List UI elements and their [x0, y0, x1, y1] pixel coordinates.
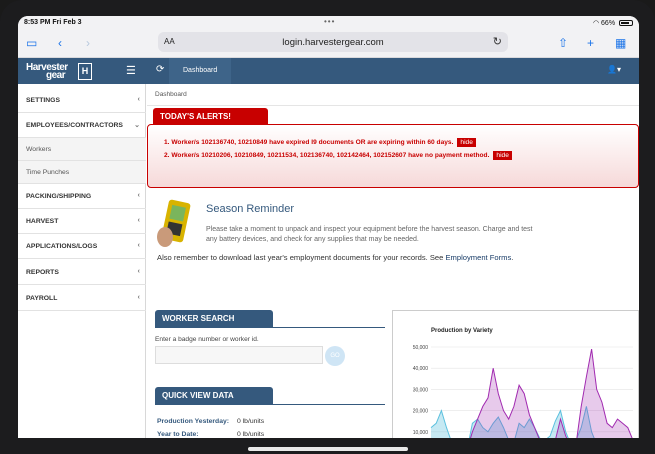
reminder-docs-text: Also remember to download last year's em…: [157, 253, 446, 262]
sidebar-subitem-workers[interactable]: Workers: [18, 138, 146, 161]
handheld-device-icon: [157, 199, 191, 247]
quick-view-title: QUICK VIEW DATA: [155, 387, 273, 404]
tab-dashboard[interactable]: Dashboard: [169, 58, 232, 84]
worker-search-label: Enter a badge number or worker id.: [155, 336, 259, 343]
sidebar: SETTINGS ‹ EMPLOYEES/CONTRACTORS ⌄ Workers…: [18, 84, 146, 454]
quick-view-row: Production Yesterday: 0 lb/units: [157, 418, 264, 425]
alert-item: 2. Worker/s 10210206, 10210849, 10211534…: [164, 151, 512, 160]
breadcrumb[interactable]: Dashboard: [155, 91, 187, 98]
chevron-left-icon: ‹: [137, 96, 140, 103]
worker-search-go-button[interactable]: GO: [325, 346, 345, 366]
screen: 8:53 PM Fri Feb 3 ••• ◠ 66% ▭ ‹ › AA log…: [18, 16, 639, 454]
url-text[interactable]: login.harvestergear.com: [158, 37, 508, 48]
y-tick-label: 40,000: [413, 366, 429, 372]
worker-search-input[interactable]: [155, 346, 323, 364]
y-tick-label: 20,000: [413, 409, 429, 415]
home-indicator[interactable]: [248, 447, 408, 451]
tabs-overview-icon[interactable]: ▦: [615, 36, 626, 50]
sidebar-subitem-time-punches[interactable]: Time Punches: [18, 161, 146, 184]
y-tick-label: 10,000: [413, 430, 429, 436]
chevron-left-icon: ‹: [137, 217, 140, 224]
quick-view-label: Production Yesterday:: [157, 418, 230, 425]
divider: [155, 404, 385, 405]
logo-text-bottom: gear: [46, 70, 66, 81]
chevron-left-icon: ‹: [137, 192, 140, 199]
quick-view-value: 0 lb/units: [237, 431, 265, 438]
hamburger-menu-icon[interactable]: ☰: [126, 64, 136, 77]
alert-item: 1. Worker/s 102136740, 10210849 have exp…: [164, 138, 476, 147]
sidebar-item-applications[interactable]: APPLICATIONS/LOGS ‹: [18, 234, 146, 259]
logo-mark: H: [78, 63, 92, 80]
sidebar-item-reports[interactable]: REPORTS ‹: [18, 260, 146, 285]
status-right: ◠ 66%: [593, 19, 633, 27]
chevron-left-icon: ‹: [137, 242, 140, 249]
reminder-docs-end: .: [511, 253, 514, 262]
reminder-title: Season Reminder: [206, 203, 295, 215]
alert-text: 2. Worker/s 10210206, 10210849, 10211534…: [164, 152, 490, 159]
chevron-down-icon: ⌄: [134, 122, 140, 129]
divider: [147, 105, 639, 106]
sidebar-subitem-label: Time Punches: [26, 169, 70, 176]
main-content: Dashboard TODAY'S ALERTS! 1. Worker/s 10…: [147, 84, 639, 454]
device-bezel-bottom: [0, 438, 655, 454]
sidebar-item-label: REPORTS: [26, 269, 59, 276]
alerts-panel: 1. Worker/s 102136740, 10210849 have exp…: [147, 124, 639, 188]
forward-icon[interactable]: ›: [86, 36, 90, 50]
hide-alert-button[interactable]: hide: [493, 151, 512, 160]
refresh-icon[interactable]: ⟳: [156, 64, 164, 75]
chart-canvas: 010,00020,00030,00040,00050,000: [413, 345, 634, 454]
sidebar-item-settings[interactable]: SETTINGS ‹: [18, 88, 146, 113]
logo[interactable]: Harvester gear H: [24, 61, 92, 81]
sidebar-item-packing[interactable]: PACKING/SHIPPING ‹: [18, 184, 146, 209]
ipad-frame: 8:53 PM Fri Feb 3 ••• ◠ 66% ▭ ‹ › AA log…: [0, 0, 655, 454]
sidebar-item-harvest[interactable]: HARVEST ‹: [18, 209, 146, 234]
production-chart: Production by Variety 010,00020,00030,00…: [392, 310, 639, 454]
safari-toolbar: 8:53 PM Fri Feb 3 ••• ◠ 66% ▭ ‹ › AA log…: [18, 16, 639, 58]
quick-view-value: 0 lb/units: [237, 418, 265, 425]
worker-search-title: WORKER SEARCH: [155, 310, 273, 327]
quick-view-row: Year to Date: 0 lb/units: [157, 431, 264, 438]
hide-alert-button[interactable]: hide: [457, 138, 476, 147]
new-tab-icon[interactable]: +: [587, 36, 594, 50]
chevron-left-icon: ‹: [137, 294, 140, 301]
sidebar-item-label: SETTINGS: [26, 97, 60, 104]
sidebar-item-payroll[interactable]: PAYROLL ‹: [18, 286, 146, 311]
status-bar: 8:53 PM Fri Feb 3 ••• ◠ 66%: [24, 17, 633, 30]
reminder-text: Please take a moment to unpack and inspe…: [206, 226, 533, 243]
sidebar-item-label: PACKING/SHIPPING: [26, 193, 92, 200]
multitask-dots-icon[interactable]: •••: [324, 17, 335, 26]
app-header: Harvester gear H ☰ ⟳ Dashboard 👤▾: [18, 58, 639, 84]
sidebar-item-employees[interactable]: EMPLOYEES/CONTRACTORS ⌄: [18, 113, 146, 138]
sidebar-item-label: PAYROLL: [26, 295, 58, 302]
address-bar[interactable]: AA login.harvestergear.com ↻: [158, 32, 508, 52]
divider: [155, 327, 385, 328]
wifi-icon: ◠: [592, 20, 600, 27]
y-tick-label: 50,000: [413, 345, 429, 351]
user-menu-icon[interactable]: 👤▾: [607, 65, 621, 74]
sidebar-item-label: APPLICATIONS/LOGS: [26, 243, 98, 250]
back-icon[interactable]: ‹: [58, 36, 62, 50]
sidebar-item-label: HARVEST: [26, 218, 59, 225]
quick-view-label: Year to Date:: [157, 431, 199, 438]
sidebar-toggle-icon[interactable]: ▭: [26, 36, 37, 50]
sidebar-item-label: EMPLOYEES/CONTRACTORS: [26, 122, 123, 129]
alerts-title: TODAY'S ALERTS!: [153, 108, 268, 124]
alert-text: 1. Worker/s 102136740, 10210849 have exp…: [164, 139, 454, 146]
chevron-left-icon: ‹: [137, 268, 140, 275]
reminder-docs: Also remember to download last year's em…: [157, 252, 557, 263]
battery-icon: [619, 20, 633, 27]
employment-forms-link[interactable]: Employment Forms: [445, 253, 511, 262]
y-tick-label: 30,000: [413, 387, 429, 393]
sidebar-subitem-label: Workers: [26, 146, 52, 153]
share-icon[interactable]: ⇧: [558, 36, 568, 50]
status-time: 8:53 PM Fri Feb 3: [24, 19, 82, 26]
battery-percent: 66%: [601, 20, 616, 27]
reload-icon[interactable]: ↻: [493, 35, 502, 48]
